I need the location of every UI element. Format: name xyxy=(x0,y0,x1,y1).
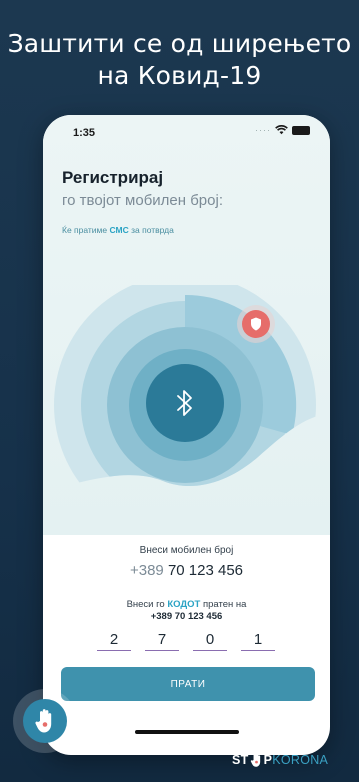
promo-headline-line2: на Ковид-19 xyxy=(97,61,262,90)
code-digit-1[interactable]: 2 xyxy=(97,631,131,651)
code-label-number: +389 70 123 456 xyxy=(150,611,223,622)
brand-hand-icon xyxy=(250,752,260,767)
phone-input-label: Внеси мобилен број xyxy=(139,545,234,556)
phone-screen: 1:35 ···· Регистрирај го твојот мобилен … xyxy=(43,115,330,755)
brand-korona: KORONA xyxy=(272,753,329,767)
hand-icon xyxy=(35,709,52,733)
shield-badge-inner xyxy=(242,310,270,338)
promo-headline: Заштити се од ширењето на Ковид-19 xyxy=(0,28,359,92)
status-time: 1:35 xyxy=(73,127,96,139)
signal-dots-icon: ···· xyxy=(255,125,271,135)
page-title: Регистрирај xyxy=(62,168,164,187)
phone-number-value: 70 123 456 xyxy=(167,562,244,579)
status-bar: 1:35 ···· xyxy=(43,115,330,149)
home-indicator[interactable] xyxy=(135,730,239,734)
promo-headline-line1: Заштити се од ширењето xyxy=(7,29,352,58)
phone-input[interactable]: +389 70 123 456 xyxy=(43,562,330,579)
brand-st: ST xyxy=(232,753,249,767)
sms-note-sms: СМС xyxy=(109,225,129,235)
bluetooth-icon xyxy=(177,390,192,416)
code-label: Внеси го КОДОТ пратен на +389 70 123 456 xyxy=(43,599,330,623)
sms-note-prefix: Ќе пратиме xyxy=(62,225,110,235)
wifi-icon xyxy=(275,125,288,135)
phone-prefix: +389 xyxy=(129,562,164,579)
verification-code-input: 2 7 0 1 xyxy=(97,631,275,651)
bluetooth-circle xyxy=(146,364,224,442)
status-icons: ···· xyxy=(255,125,310,135)
send-button[interactable]: ПРАТИ xyxy=(61,667,315,701)
page-subtitle: го твојот мобилен број: xyxy=(62,192,223,209)
code-label-kodot: КОДОТ xyxy=(167,599,201,610)
code-digit-4[interactable]: 1 xyxy=(241,631,275,651)
shield-badge xyxy=(237,305,275,343)
stop-korona-logo: ST P KORONA xyxy=(232,750,328,770)
sms-note: Ќе пратиме СМС за потврда xyxy=(62,225,174,235)
code-digit-3[interactable]: 0 xyxy=(193,631,227,651)
battery-icon xyxy=(292,125,310,135)
hand-badge xyxy=(13,689,77,753)
code-label-suffix: пратен на xyxy=(200,599,247,610)
sms-note-suffix: за потврда xyxy=(128,225,174,235)
hand-badge-inner xyxy=(23,699,67,743)
shield-icon xyxy=(251,317,261,331)
code-digit-2[interactable]: 7 xyxy=(145,631,179,651)
brand-p: P xyxy=(263,753,273,767)
code-label-prefix: Внеси го xyxy=(126,599,168,610)
